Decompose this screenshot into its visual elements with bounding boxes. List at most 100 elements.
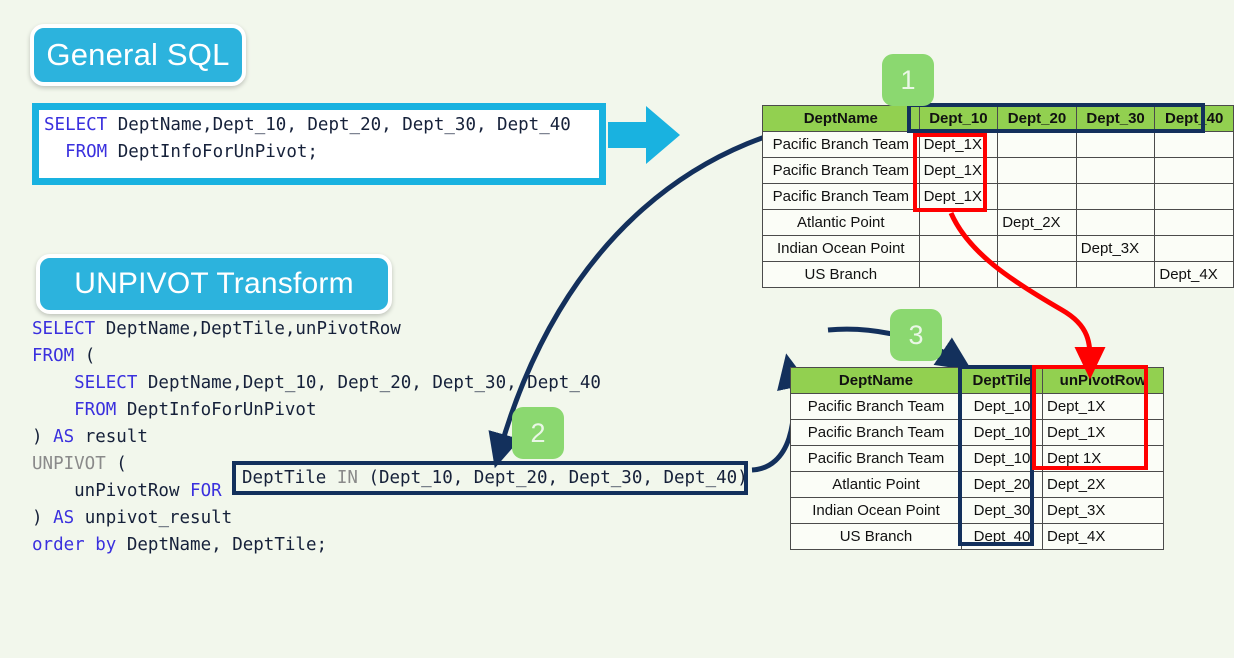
step-badge-1: 1 <box>882 54 934 106</box>
table-cell: Dept_2X <box>1042 471 1164 498</box>
table-cell: Pacific Branch Team <box>762 183 920 210</box>
table-cell <box>1075 261 1156 288</box>
table-cell: Pacific Branch Team <box>790 419 962 446</box>
table-row: Pacific Branch Team Dept_10 Dept 1X <box>790 445 1164 472</box>
curve-fragment-to-result <box>751 353 810 473</box>
code-line: FROM ( <box>32 343 601 370</box>
sql-keyword: FOR <box>190 481 222 501</box>
table-cell: Dept_4X <box>1154 261 1234 288</box>
column-header: DeptTile <box>961 367 1043 394</box>
table-cell: Dept_1X <box>1042 393 1164 420</box>
table-cell: Pacific Branch Team <box>762 157 920 184</box>
table-cell <box>1075 131 1156 158</box>
table-row: US Branch Dept_40 Dept_4X <box>790 523 1164 550</box>
table-body: Pacific Branch Team Dept_10 Dept_1X Pacific… <box>790 393 1164 550</box>
table-cell: Dept_1X <box>1042 419 1164 446</box>
table-cell: Indian Ocean Point <box>790 497 962 524</box>
table-row: Atlantic Point Dept_2X <box>762 209 1234 236</box>
table-cell: Dept_30 <box>961 497 1043 524</box>
table-cell: Dept_20 <box>961 471 1043 498</box>
column-header: DeptName <box>762 105 920 132</box>
table-cell <box>1154 183 1234 210</box>
sql-identifier: ) <box>32 427 54 447</box>
table-cell: Dept_10 <box>961 419 1043 446</box>
step-badge-3: 3 <box>890 309 942 361</box>
table-cell <box>997 157 1077 184</box>
column-header: unPivotRow <box>1042 367 1164 394</box>
table-cell <box>1154 235 1234 262</box>
sql-keyword: FROM <box>44 142 108 162</box>
sql-identifier: DeptName,Dept_10, Dept_20, Dept_30, Dept… <box>107 115 571 135</box>
sql-identifier: DeptInfoForUnPivot; <box>107 142 318 162</box>
table-cell <box>1075 183 1156 210</box>
section-title-general-sql: General SQL <box>30 24 246 86</box>
table-body: Pacific Branch Team Dept_1X Pacific Branch… <box>762 131 1234 288</box>
general-sql-code: SELECT DeptName,Dept_10, Dept_20, Dept_3… <box>44 112 571 166</box>
table-cell <box>1075 157 1156 184</box>
sql-identifier: DeptName,DeptTile,unPivotRow <box>95 319 401 339</box>
section-title-unpivot-transform: UNPIVOT Transform <box>36 254 392 314</box>
step-badge-3-label: 3 <box>908 319 924 350</box>
table-row: US Branch Dept_4X <box>762 261 1234 288</box>
column-header: DeptName <box>790 367 962 394</box>
diagram-canvas: General SQL SELECT DeptName,Dept_10, Dep… <box>0 0 1234 658</box>
sql-keyword: SELECT <box>44 115 108 135</box>
table-row: Pacific Branch Team Dept_10 Dept_1X <box>790 419 1164 446</box>
table-cell: Dept_2X <box>997 209 1077 236</box>
table-cell <box>997 261 1077 288</box>
sql-keyword: AS <box>53 508 75 528</box>
sql-keyword: SELECT <box>32 319 96 339</box>
sql-identifier: result <box>74 427 148 447</box>
table-cell: Dept 1X <box>1042 445 1164 472</box>
table-cell <box>1075 209 1156 236</box>
sql-identifier: ( <box>105 454 127 474</box>
column-header: Dept_20 <box>997 105 1077 132</box>
column-header: Dept_40 <box>1154 105 1234 132</box>
table-cell: Dept_1X <box>918 131 999 158</box>
result-table: DeptName DeptTile unPivotRow Pacific Branc… <box>790 367 1164 550</box>
section-title-unpivot-transform-label: UNPIVOT Transform <box>74 267 354 300</box>
code-line: order by DeptName, DeptTile; <box>32 532 601 559</box>
code-line: SELECT DeptName,DeptTile,unPivotRow <box>32 316 601 343</box>
sql-keyword: SELECT <box>32 373 138 393</box>
sql-identifier: DeptInfoForUnPivot <box>116 400 317 420</box>
column-header: Dept_30 <box>1075 105 1156 132</box>
table-row: Pacific Branch Team Dept_1X <box>762 157 1234 184</box>
section-title-general-sql-label: General SQL <box>46 37 230 72</box>
step-badge-2: 2 <box>512 407 564 459</box>
table-cell <box>997 183 1077 210</box>
table-cell: Dept_3X <box>1075 235 1156 262</box>
sql-identifier: DeptName, DeptTile; <box>116 535 328 555</box>
table-cell <box>918 235 999 262</box>
table-row: Atlantic Point Dept_20 Dept_2X <box>790 471 1164 498</box>
code-line: FROM DeptInfoForUnPivot; <box>44 139 571 166</box>
sql-identifier <box>222 481 233 501</box>
table-row: Pacific Branch Team Dept_1X <box>762 131 1234 158</box>
table-row: Indian Ocean Point Dept_30 Dept_3X <box>790 497 1164 524</box>
table-cell <box>918 261 999 288</box>
table-cell: Dept_40 <box>961 523 1043 550</box>
table-cell: US Branch <box>762 261 920 288</box>
table-cell <box>1154 209 1234 236</box>
table-cell <box>1154 157 1234 184</box>
table-cell: US Branch <box>790 523 962 550</box>
sql-identifier: unpivot_result <box>74 508 233 528</box>
code-line: ) AS unpivot_result <box>32 505 601 532</box>
column-header: Dept_10 <box>918 105 999 132</box>
sql-identifier: ) <box>32 508 54 528</box>
table-row: Indian Ocean Point Dept_3X <box>762 235 1234 262</box>
table-cell: Pacific Branch Team <box>790 393 962 420</box>
step-badge-1-label: 1 <box>900 64 916 95</box>
table-cell: Pacific Branch Team <box>762 131 920 158</box>
table-cell: Atlantic Point <box>762 209 920 236</box>
table-cell <box>918 209 999 236</box>
table-cell <box>1154 131 1234 158</box>
table-cell: Indian Ocean Point <box>762 235 920 262</box>
table-cell <box>997 235 1077 262</box>
sql-keyword: FROM <box>32 400 117 420</box>
sql-keyword: AS <box>53 427 75 447</box>
table-cell: Pacific Branch Team <box>790 445 962 472</box>
table-cell <box>997 131 1077 158</box>
table-cell: Dept_1X <box>918 157 999 184</box>
sql-keyword: order by <box>32 535 117 555</box>
